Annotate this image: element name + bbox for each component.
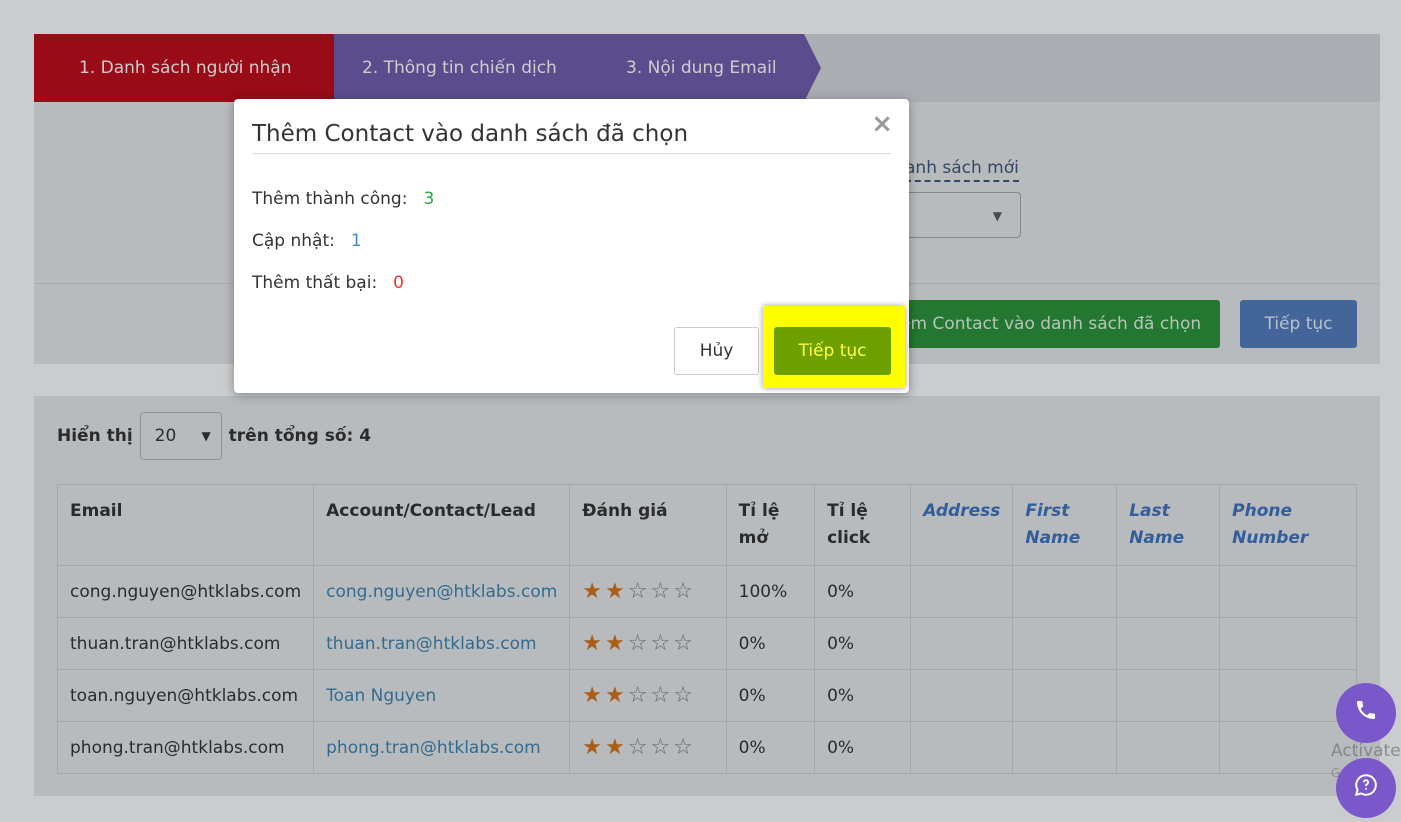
chat-icon xyxy=(1353,772,1379,804)
divider xyxy=(252,153,891,154)
cancel-button[interactable]: Hủy xyxy=(674,327,759,375)
stat-value: 1 xyxy=(350,231,362,251)
stat-value: 0 xyxy=(393,273,404,293)
stat-label: Thêm thất bại: xyxy=(252,273,378,293)
continue-button[interactable]: Tiếp tục xyxy=(774,327,891,375)
chat-button[interactable] xyxy=(1336,758,1396,818)
phone-button[interactable] xyxy=(1336,683,1396,743)
stat-updated: Cập nhật: 1 xyxy=(252,231,362,251)
close-icon[interactable]: × xyxy=(871,109,893,139)
stat-label: Cập nhật: xyxy=(252,231,335,251)
modal-title: Thêm Contact vào danh sách đã chọn xyxy=(252,121,689,147)
stat-value: 3 xyxy=(423,189,435,209)
phone-icon xyxy=(1354,698,1378,728)
stat-failed: Thêm thất bại: 0 xyxy=(252,273,404,293)
stat-success: Thêm thành công: 3 xyxy=(252,189,434,209)
stat-label: Thêm thành công: xyxy=(252,189,408,209)
